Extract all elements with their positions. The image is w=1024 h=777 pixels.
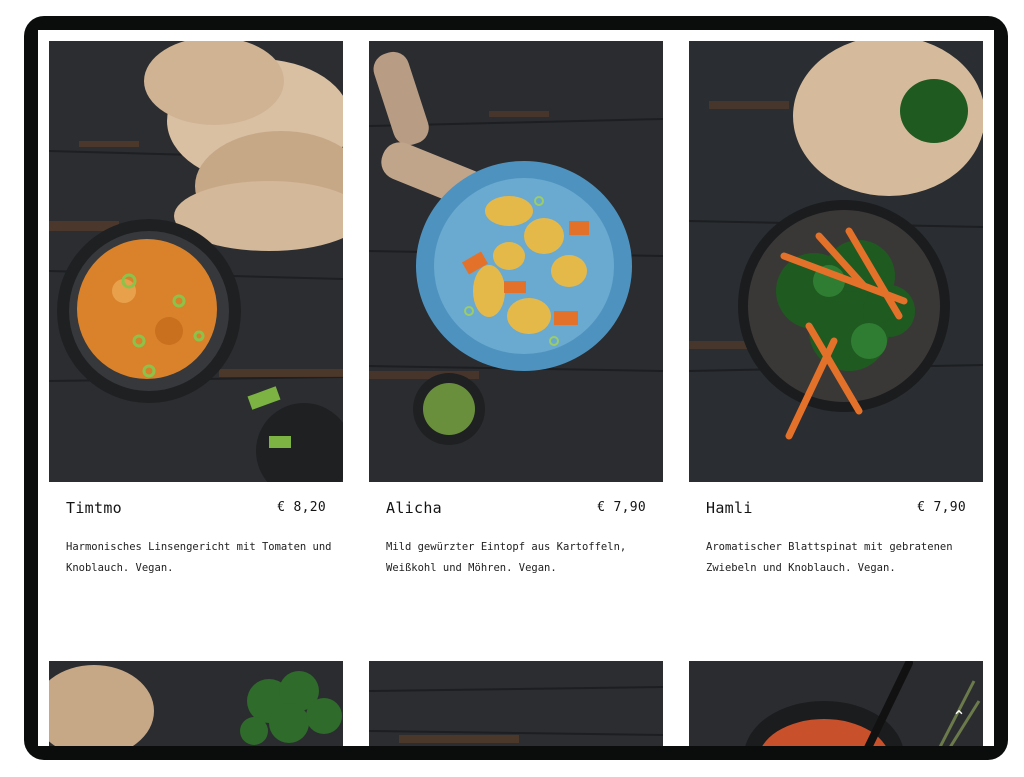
alicha-photo xyxy=(369,41,663,482)
dish-card-next-3[interactable] xyxy=(689,661,983,746)
dish-card-next-1[interactable] xyxy=(49,661,343,746)
dish-info: Hamli € 7,90 Aromatischer Blattspinat mi… xyxy=(689,482,983,660)
dish-info: Timtmo € 8,20 Harmonisches Linsengericht… xyxy=(49,482,343,660)
dish-name: Alicha xyxy=(386,499,442,517)
device-frame: Timtmo € 8,20 Harmonisches Linsengericht… xyxy=(24,16,1008,760)
dish-description: Mild gewürzter Eintopf aus Kartoffeln, W… xyxy=(386,541,627,574)
dish-price: € 7,90 xyxy=(917,500,966,515)
dish-name: Hamli xyxy=(706,499,753,517)
injera-parsley-photo xyxy=(49,661,343,746)
timtmo-photo xyxy=(49,41,343,482)
dish-description: Harmonisches Linsengericht mit Tomaten u… xyxy=(66,541,332,574)
screen: Timtmo € 8,20 Harmonisches Linsengericht… xyxy=(38,30,994,746)
dish-description: Aromatischer Blattspinat mit gebratenen … xyxy=(706,541,953,574)
tomato-soup-photo xyxy=(689,661,983,746)
dark-wood-photo xyxy=(369,661,663,746)
chevron-up-icon: ⌃ xyxy=(952,707,966,726)
dish-price: € 7,90 xyxy=(597,500,646,515)
dish-card-next-2[interactable] xyxy=(369,661,663,746)
scroll-top-button[interactable]: ⌃ xyxy=(948,706,970,728)
dish-price: € 8,20 xyxy=(277,500,326,515)
hamli-photo xyxy=(689,41,983,482)
dish-info: Alicha € 7,90 Mild gewürzter Eintopf aus… xyxy=(369,482,663,660)
dish-name: Timtmo xyxy=(66,499,122,517)
